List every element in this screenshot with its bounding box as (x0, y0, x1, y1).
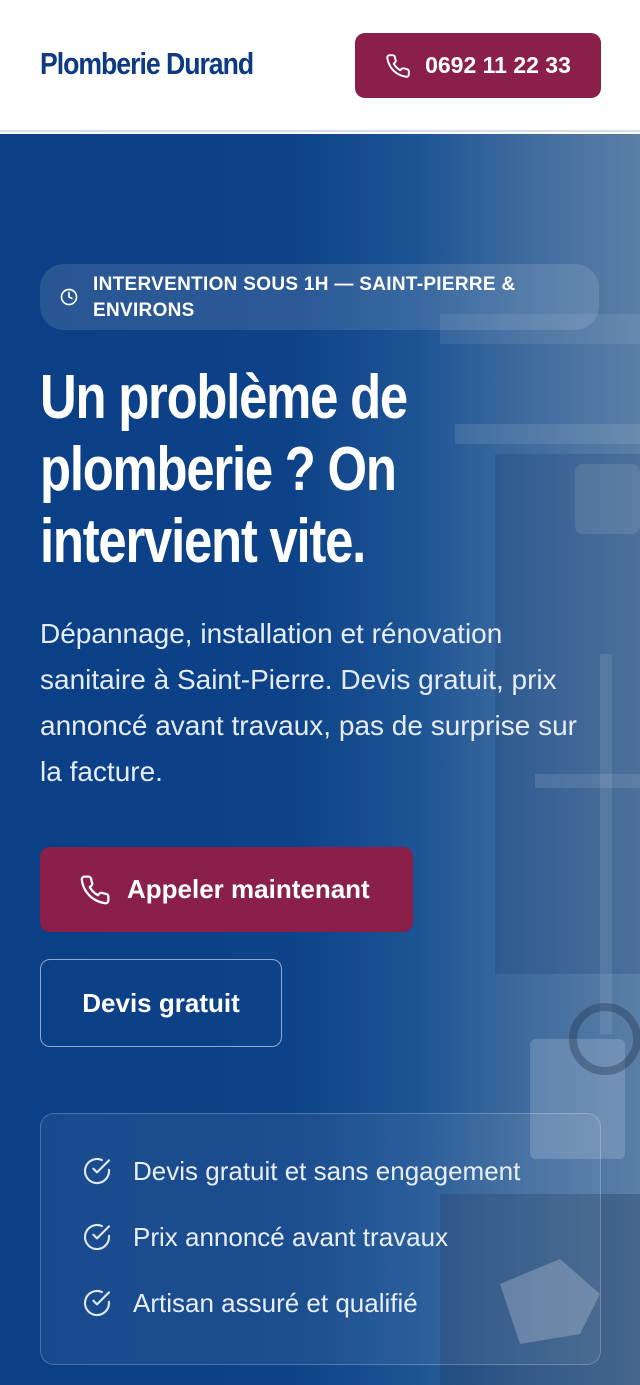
phone-icon (386, 53, 410, 78)
features-panel: Devis gratuit et sans engagement Prix an… (40, 1113, 601, 1365)
header-call-label: 0692 11 22 33 (425, 52, 571, 78)
hero-section: INTERVENTION SOUS 1H — SAINT-PIERRE & EN… (0, 134, 640, 1385)
call-now-label: Appeler maintenant (127, 874, 370, 904)
site-header: Plomberie Durand 0692 11 22 33 (0, 0, 640, 132)
hero-subtitle: Dépannage, installation et rénovation sa… (40, 618, 577, 787)
check-circle-icon (84, 1223, 111, 1251)
hero-title: Un problème de plomberie ? On intervient… (40, 363, 408, 576)
feature-item: Artisan assuré et qualifié (81, 1285, 418, 1321)
intervention-badge: INTERVENTION SOUS 1H — SAINT-PIERRE & EN… (40, 264, 599, 330)
header-call-button[interactable]: 0692 11 22 33 (355, 33, 601, 98)
feature-label: Devis gratuit et sans engagement (133, 1155, 521, 1186)
site-logo[interactable]: Plomberie Durand (40, 46, 254, 82)
check-circle-icon (84, 1157, 111, 1185)
free-quote-button[interactable]: Devis gratuit (40, 959, 282, 1047)
feature-label: Artisan assuré et qualifié (133, 1287, 418, 1318)
feature-item: Devis gratuit et sans engagement (81, 1153, 520, 1189)
feature-label: Prix annoncé avant travaux (133, 1221, 449, 1252)
clock-icon (60, 288, 78, 306)
badge-text: INTERVENTION SOUS 1H — SAINT-PIERRE & EN… (93, 274, 516, 321)
call-now-button[interactable]: Appeler maintenant (40, 847, 413, 932)
phone-icon (80, 875, 110, 904)
feature-item: Prix annoncé avant travaux (81, 1219, 448, 1255)
check-circle-icon (84, 1289, 111, 1317)
